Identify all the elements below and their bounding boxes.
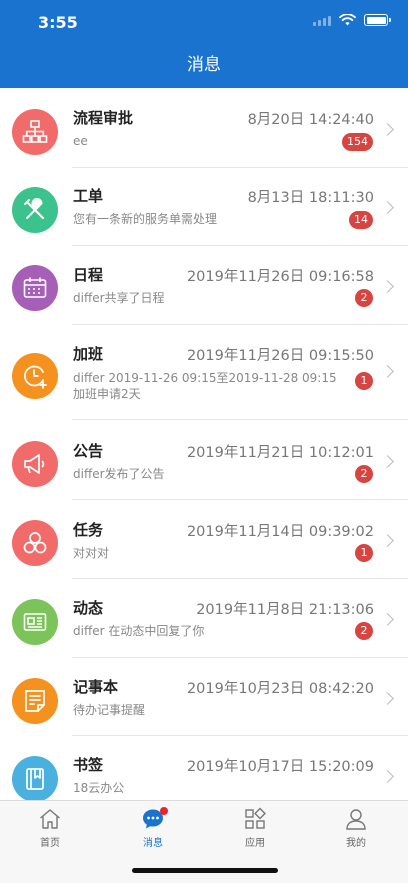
message-subtitle: 待办记事提醒 [73,703,146,717]
tab-profile[interactable]: 我的 [326,807,386,849]
message-time: 2019年10月17日 15:20:09 [186,759,374,775]
tab-label: 首页 [40,838,60,849]
chevron-right-icon [381,365,394,378]
unread-badge: 154 [342,133,373,151]
tab-apps[interactable]: 应用 [225,807,285,849]
message-title: 任务 [73,521,104,539]
message-subtitle: 对对对 [73,546,110,560]
message-row-approval[interactable]: 流程审批 8月20日 14:24:40 ee 154 [0,88,408,168]
message-title: 工单 [73,187,104,205]
home-icon [40,809,60,829]
message-row-work-order[interactable]: 工单 8月13日 18:11:30 您有一条新的服务单需处理 14 [0,168,408,246]
message-row-overtime[interactable]: 加班 2019年11月26日 09:15:50 differ 2019-11-2… [0,325,408,420]
message-time: 2019年10月23日 08:42:20 [186,681,374,697]
message-time: 2019年11月8日 21:13:06 [196,602,374,618]
apps-grid-icon [245,807,266,829]
message-row-activity[interactable]: 动态 2019年11月8日 21:13:06 differ 在动态中回复了你 2 [0,579,408,658]
chevron-right-icon [381,280,394,293]
unread-badge: 2 [355,289,373,307]
unread-badge: 14 [349,211,373,229]
task-nodes-icon [12,520,58,566]
message-time: 2019年11月14日 09:39:02 [186,524,374,540]
flowchart-icon [12,109,58,155]
battery-icon [364,14,391,26]
chevron-right-icon [381,455,394,468]
message-list[interactable]: 流程审批 8月20日 14:24:40 ee 154 工单 8月13日 18:1… [0,88,408,800]
message-subtitle: 您有一条新的服务单需处理 [73,212,218,226]
message-time: 8月13日 18:11:30 [247,190,374,206]
message-time: 2019年11月26日 09:15:50 [186,348,374,364]
person-icon [346,809,366,830]
chevron-right-icon [381,201,394,214]
calendar-icon [12,265,58,311]
message-row-notepad[interactable]: 记事本 2019年10月23日 08:42:20 待办记事提醒 [0,658,408,736]
message-title: 动态 [73,599,104,617]
tab-label: 应用 [245,838,265,849]
clock-add-icon [12,353,58,399]
status-icons [313,14,391,26]
chevron-right-icon [381,770,394,783]
unread-badge: 2 [355,622,373,640]
message-row-task[interactable]: 任务 2019年11月14日 09:39:02 对对对 1 [0,500,408,579]
message-title: 流程审批 [73,109,134,127]
message-time: 2019年11月26日 09:16:58 [186,269,374,285]
wifi-icon [339,14,356,26]
unread-badge: 1 [355,544,373,562]
message-time: 8月20日 14:24:40 [247,112,374,128]
status-bar: 3:55 [0,0,408,42]
message-subtitle: differ 在动态中回复了你 [73,624,205,638]
page-title: 消息 [187,55,221,75]
message-row-schedule[interactable]: 日程 2019年11月26日 09:16:58 differ共享了日程 2 [0,246,408,325]
message-subtitle: differ 2019-11-26 09:15至2019-11-28 09:15… [73,371,337,401]
megaphone-icon [12,441,58,487]
message-title: 书签 [73,756,104,774]
chevron-right-icon [381,123,394,136]
message-row-bookmark[interactable]: 书签 2019年10月17日 15:20:09 18云办公 [0,736,408,800]
unread-badge: 2 [355,465,373,483]
message-time: 2019年11月21日 10:12:01 [186,445,374,461]
news-icon [12,599,58,645]
chevron-right-icon [381,692,394,705]
message-subtitle: ee [73,134,88,148]
tools-icon [12,187,58,233]
bookmark-icon [12,756,58,800]
message-row-announcement[interactable]: 公告 2019年11月21日 10:12:01 differ发布了公告 2 [0,420,408,500]
tab-label: 我的 [346,838,366,849]
chevron-right-icon [381,613,394,626]
tab-messages[interactable]: 消息 [123,807,183,849]
status-time: 3:55 [38,13,78,32]
message-subtitle: differ共享了日程 [73,291,165,305]
chevron-right-icon [381,534,394,547]
message-subtitle: differ发布了公告 [73,467,165,481]
signal-icon [313,15,331,26]
message-title: 公告 [73,442,104,460]
message-subtitle: 18云办公 [73,781,125,795]
message-title: 记事本 [73,678,119,696]
unread-badge: 1 [355,372,373,390]
home-indicator[interactable] [132,868,278,873]
notification-dot [160,807,168,815]
message-title: 日程 [73,266,104,284]
nav-bar: 消息 [0,42,408,88]
notepad-icon [12,678,58,724]
tab-home[interactable]: 首页 [20,807,80,849]
message-title: 加班 [73,345,104,363]
tab-label: 消息 [143,838,163,849]
